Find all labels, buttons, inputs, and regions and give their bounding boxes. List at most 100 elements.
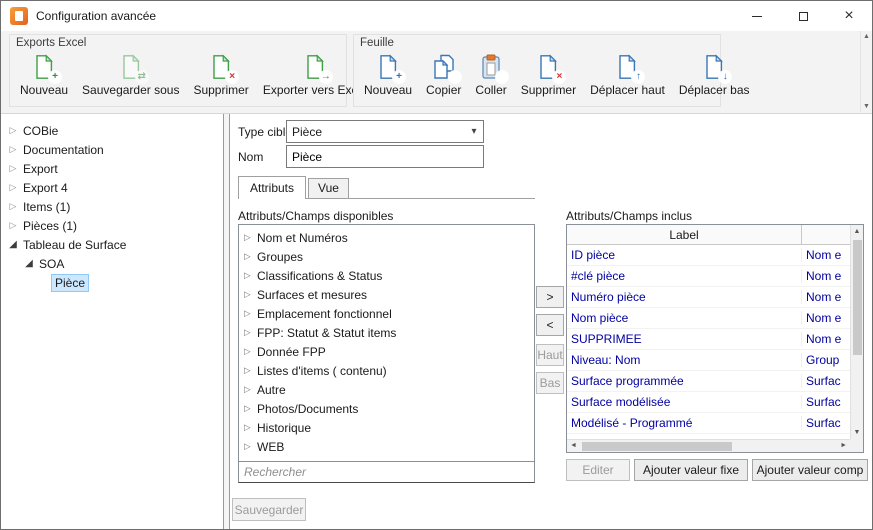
table-row[interactable]: Modélisé - ProgramméSurfac <box>567 413 850 434</box>
available-group-classifications-status[interactable]: ▷Classifications & Status <box>239 266 534 285</box>
available-group-autre[interactable]: ▷Autre <box>239 380 534 399</box>
paste-sheet-button[interactable]: Coller <box>468 51 513 99</box>
delete-excel-export-button[interactable]: × Supprimer <box>186 51 255 99</box>
edit-button[interactable]: Editer <box>566 459 630 481</box>
vertical-scrollbar[interactable]: ▲ ▼ <box>850 225 863 439</box>
included-attributes-table: Label ID pièceNom e #clé pièceNom e Numé… <box>566 224 864 453</box>
tree-item-soa[interactable]: ◢ SOA <box>1 254 223 273</box>
scroll-left-icon[interactable]: ◄ <box>570 442 577 449</box>
available-group-groupes[interactable]: ▷Groupes <box>239 247 534 266</box>
copy-sheet-button[interactable]: Copier <box>419 51 468 99</box>
tree-item-items[interactable]: ▷ Items (1) <box>1 197 223 216</box>
scroll-down-icon[interactable]: ▼ <box>851 429 863 436</box>
ribbon-scrollbar[interactable]: ▲ ▼ <box>860 31 872 112</box>
tabstrip: Attributs Vue <box>238 175 535 199</box>
new-sheet-button[interactable]: + Nouveau <box>357 51 419 99</box>
delete-sheet-button[interactable]: × Supprimer <box>514 51 583 99</box>
scrollbar-thumb[interactable] <box>853 240 862 355</box>
search-input[interactable] <box>238 461 535 483</box>
remove-attribute-button[interactable]: < <box>536 314 564 336</box>
available-group-nom-et-numeros[interactable]: ▷Nom et Numéros <box>239 228 534 247</box>
move-up-icon: ↑ <box>614 54 640 80</box>
add-computed-value-button[interactable]: Ajouter valeur comp <box>752 459 868 481</box>
scroll-down-icon[interactable]: ▼ <box>861 103 872 110</box>
available-group-web[interactable]: ▷WEB <box>239 437 534 456</box>
tree-item-pieces[interactable]: ▷ Pièces (1) <box>1 216 223 235</box>
type-cible-value: Pièce <box>292 125 322 139</box>
tree-item-export-4[interactable]: ▷ Export 4 <box>1 178 223 197</box>
available-group-surfaces-et-mesures[interactable]: ▷Surfaces et mesures <box>239 285 534 304</box>
table-row[interactable]: Niveau: NomGroup <box>567 350 850 371</box>
tree-item-tableau-de-surface[interactable]: ◢ Tableau de Surface <box>1 235 223 254</box>
add-fixed-value-button[interactable]: Ajouter valeur fixe <box>634 459 748 481</box>
available-group-fpp-statut[interactable]: ▷FPP: Statut & Statut items <box>239 323 534 342</box>
expand-icon[interactable]: ▷ <box>239 270 257 281</box>
available-group-donnee-fpp[interactable]: ▷Donnée FPP <box>239 342 534 361</box>
expand-icon[interactable]: ▷ <box>239 384 257 395</box>
new-excel-export-button[interactable]: + Nouveau <box>13 51 75 99</box>
maximize-button[interactable] <box>780 1 826 31</box>
group-label: Exports Excel <box>16 37 86 49</box>
save-export-as-button[interactable]: ⇄ Sauvegarder sous <box>75 51 186 99</box>
tree-item-export[interactable]: ▷ Export <box>1 159 223 178</box>
scroll-up-icon[interactable]: ▲ <box>861 33 872 40</box>
tree-item-piece[interactable]: Pièce <box>1 273 223 292</box>
table-header: Label <box>567 225 850 245</box>
expand-icon[interactable]: ▷ <box>6 220 20 231</box>
tree-item-cobie[interactable]: ▷ COBie <box>1 121 223 140</box>
available-group-emplacement-fonctionnel[interactable]: ▷Emplacement fonctionnel <box>239 304 534 323</box>
table-row[interactable]: Surface modéliséeSurfac <box>567 392 850 413</box>
expand-icon[interactable]: ▷ <box>239 289 257 300</box>
expand-icon[interactable]: ▷ <box>6 144 20 155</box>
scroll-right-icon[interactable]: ► <box>840 442 847 449</box>
expand-icon[interactable]: ▷ <box>239 346 257 357</box>
move-down-icon: ↓ <box>701 54 727 80</box>
expand-icon[interactable]: ▷ <box>239 403 257 414</box>
expand-icon[interactable]: ▷ <box>239 251 257 262</box>
available-group-listes-d-items[interactable]: ▷Listes d'items ( contenu) <box>239 361 534 380</box>
table-row[interactable]: Surface programméeSurfac <box>567 371 850 392</box>
expand-icon[interactable]: ▷ <box>6 163 20 174</box>
expand-icon[interactable]: ▷ <box>239 441 257 452</box>
save-button[interactable]: Sauvegarder <box>232 498 306 521</box>
nom-label: Nom <box>238 150 263 164</box>
table-row[interactable]: Nom pièceNom e <box>567 308 850 329</box>
available-group-historique[interactable]: ▷Historique <box>239 418 534 437</box>
tab-attributs[interactable]: Attributs <box>238 176 306 199</box>
expand-icon[interactable]: ▷ <box>6 201 20 212</box>
scrollbar-thumb[interactable] <box>582 442 732 451</box>
expand-icon[interactable]: ▷ <box>239 308 257 319</box>
type-cible-select[interactable]: Pièce ▾ <box>286 120 484 143</box>
expand-icon[interactable]: ▷ <box>239 365 257 376</box>
panel-splitter[interactable] <box>223 114 230 529</box>
export-to-excel-icon: → <box>302 54 328 80</box>
collapse-icon[interactable]: ◢ <box>6 239 20 250</box>
expand-icon[interactable]: ▷ <box>239 422 257 433</box>
move-up-button[interactable]: Haut <box>536 344 564 366</box>
included-heading: Attributs/Champs inclus <box>566 209 692 223</box>
move-sheet-down-button[interactable]: ↓ Déplacer bas <box>672 51 757 99</box>
table-row[interactable]: ID pièceNom e <box>567 245 850 266</box>
nom-input[interactable] <box>286 145 484 168</box>
available-group-photos-documents[interactable]: ▷Photos/Documents <box>239 399 534 418</box>
close-button[interactable]: × <box>826 1 872 31</box>
table-row[interactable]: #clé pièceNom e <box>567 266 850 287</box>
label-column-header[interactable]: Label <box>567 225 801 244</box>
category-column-header[interactable] <box>801 225 850 244</box>
tree-item-documentation[interactable]: ▷ Documentation <box>1 140 223 159</box>
expand-icon[interactable]: ▷ <box>239 232 257 243</box>
table-row[interactable]: Numéro pièceNom e <box>567 287 850 308</box>
move-down-button[interactable]: Bas <box>536 372 564 394</box>
tab-vue[interactable]: Vue <box>308 178 349 198</box>
expand-icon[interactable]: ▷ <box>239 327 257 338</box>
collapse-icon[interactable]: ◢ <box>22 258 36 269</box>
minimize-button[interactable] <box>734 1 780 31</box>
scroll-up-icon[interactable]: ▲ <box>851 228 863 235</box>
expand-icon[interactable]: ▷ <box>6 182 20 193</box>
horizontal-scrollbar[interactable]: ◄ ► <box>567 439 850 452</box>
expand-icon[interactable]: ▷ <box>6 125 20 136</box>
save-export-as-icon: ⇄ <box>118 54 144 80</box>
add-attribute-button[interactable]: > <box>536 286 564 308</box>
table-row[interactable]: SUPPRIMEENom e <box>567 329 850 350</box>
move-sheet-up-button[interactable]: ↑ Déplacer haut <box>583 51 672 99</box>
